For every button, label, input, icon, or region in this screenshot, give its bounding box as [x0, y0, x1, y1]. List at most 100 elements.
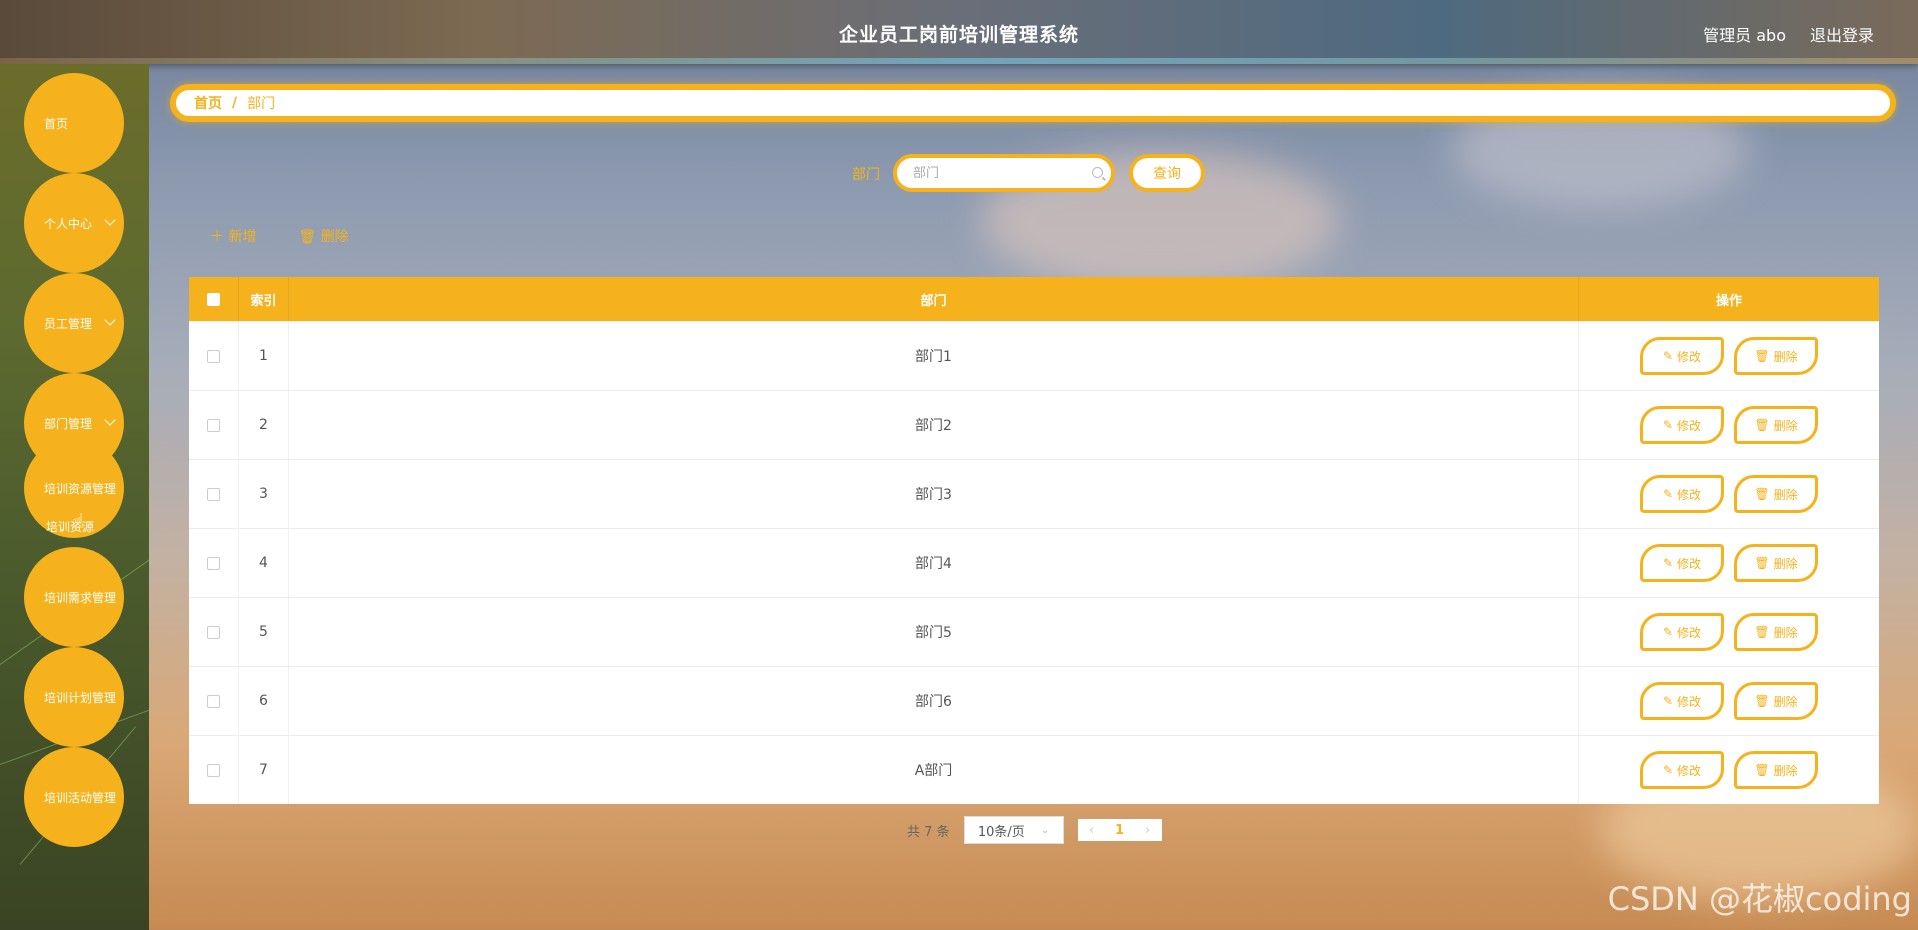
table-row: 7 A部门 ✎ 修改 🗑 删除: [189, 735, 1879, 804]
edit-button-label: 修改: [1677, 763, 1702, 778]
app-title: 企业员工岗前培训管理系统: [838, 24, 1079, 46]
sidebar-item-home[interactable]: 首页: [24, 73, 124, 173]
delete-button-label: 删除: [1773, 763, 1798, 778]
edit-button[interactable]: ✎ 修改: [1640, 751, 1724, 789]
breadcrumb-current: 部门: [247, 96, 276, 112]
edit-button[interactable]: ✎ 修改: [1640, 613, 1724, 651]
column-header-index: 索引: [239, 277, 289, 321]
breadcrumb-separator: /: [232, 95, 238, 111]
edit-button[interactable]: ✎ 修改: [1640, 682, 1724, 720]
delete-button[interactable]: 🗑 删除: [1734, 337, 1818, 375]
delete-button[interactable]: 🗑 删除: [1734, 544, 1818, 582]
current-user-link[interactable]: 管理员 abo: [1703, 22, 1786, 46]
row-operations: ✎ 修改 🗑 删除: [1579, 460, 1879, 528]
row-checkbox[interactable]: [207, 694, 220, 708]
row-checkbox-cell: [189, 529, 239, 597]
pencil-icon: ✎: [1662, 763, 1674, 777]
edit-button[interactable]: ✎ 修改: [1640, 406, 1724, 444]
edit-button-label: 修改: [1677, 487, 1702, 502]
trash-icon: 🗑: [1754, 418, 1770, 432]
edit-button-label: 修改: [1677, 349, 1702, 364]
edit-button-label: 修改: [1677, 418, 1702, 433]
delete-button[interactable]: 🗑 删除: [1734, 751, 1818, 789]
row-department: A部门: [289, 736, 1579, 804]
batch-delete-button[interactable]: 🗑 删除: [298, 226, 348, 246]
delete-button[interactable]: 🗑 删除: [1734, 613, 1818, 651]
sidebar: 首页 个人中心 员工管理 部门管理 培训资源管理 培训资源 培训需求管理 培训计…: [0, 64, 149, 930]
prev-page-button[interactable]: ‹: [1078, 823, 1106, 838]
delete-button-label: 删除: [1773, 556, 1798, 571]
breadcrumb: 首页 / 部门: [170, 84, 1896, 122]
sidebar-item-training-needs-management[interactable]: 培训需求管理: [24, 547, 124, 647]
row-operations: ✎ 修改 🗑 删除: [1579, 598, 1879, 666]
row-checkbox-cell: [189, 736, 239, 804]
row-checkbox-cell: [189, 598, 239, 666]
department-search-input[interactable]: [913, 165, 1073, 181]
action-toolbar: ＋ 新增 🗑 删除: [210, 226, 349, 246]
row-index: 3: [239, 460, 289, 528]
delete-button-label: 删除: [1773, 625, 1798, 640]
row-department: 部门2: [289, 391, 1579, 459]
search-label: 部门: [852, 167, 880, 183]
pencil-icon: ✎: [1662, 349, 1674, 363]
table-row: 5 部门5 ✎ 修改 🗑 删除: [189, 597, 1879, 666]
edit-button-label: 修改: [1677, 694, 1702, 709]
mouse-cursor-icon: ☝: [72, 509, 85, 533]
query-button[interactable]: 查询: [1129, 154, 1205, 192]
page-size-select[interactable]: 10条/页 ⌄: [963, 816, 1064, 844]
page-number-button[interactable]: 1: [1106, 823, 1134, 838]
search-field-wrapper: [893, 154, 1115, 192]
row-checkbox[interactable]: [207, 625, 220, 639]
delete-button[interactable]: 🗑 删除: [1734, 682, 1818, 720]
sidebar-item-label: 培训活动管理: [44, 790, 117, 805]
row-checkbox[interactable]: [207, 556, 220, 570]
row-operations: ✎ 修改 🗑 删除: [1579, 322, 1879, 390]
next-page-button[interactable]: ›: [1134, 823, 1162, 838]
sidebar-item-personal-center[interactable]: 个人中心: [24, 173, 124, 273]
row-department: 部门4: [289, 529, 1579, 597]
row-index: 1: [239, 322, 289, 390]
edit-button[interactable]: ✎ 修改: [1640, 337, 1724, 375]
row-department: 部门1: [289, 322, 1579, 390]
row-operations: ✎ 修改 🗑 删除: [1579, 391, 1879, 459]
select-all-checkbox[interactable]: [207, 292, 220, 306]
row-department: 部门6: [289, 667, 1579, 735]
table-body: 1 部门1 ✎ 修改 🗑 删除 2 部门2 ✎ 修改 🗑 删除 3 部门3 ✎ 修改 🗑 删…: [189, 321, 1879, 804]
row-checkbox[interactable]: [207, 763, 220, 777]
edit-button-label: 修改: [1677, 556, 1702, 571]
sidebar-item-label: 个人中心: [44, 216, 93, 231]
sidebar-subitem-training-resource[interactable]: 培训资源: [46, 518, 94, 535]
sidebar-item-label: 员工管理: [44, 316, 93, 331]
table-row: 6 部门6 ✎ 修改 🗑 删除: [189, 666, 1879, 735]
row-checkbox[interactable]: [207, 487, 220, 501]
delete-button[interactable]: 🗑 删除: [1734, 406, 1818, 444]
row-operations: ✎ 修改 🗑 删除: [1579, 667, 1879, 735]
edit-button-label: 修改: [1677, 625, 1702, 640]
edit-button[interactable]: ✎ 修改: [1640, 544, 1724, 582]
column-header-department: 部门: [289, 277, 1579, 321]
row-checkbox[interactable]: [207, 418, 220, 432]
row-index: 4: [239, 529, 289, 597]
trash-icon: 🗑: [1754, 556, 1770, 570]
edit-button[interactable]: ✎ 修改: [1640, 475, 1724, 513]
table-row: 3 部门3 ✎ 修改 🗑 删除: [189, 459, 1879, 528]
trash-icon: 🗑: [298, 229, 317, 245]
breadcrumb-home-link[interactable]: 首页: [194, 93, 222, 113]
row-checkbox[interactable]: [207, 349, 220, 363]
row-checkbox-cell: [189, 667, 239, 735]
pencil-icon: ✎: [1662, 694, 1674, 708]
add-button[interactable]: ＋ 新增: [210, 226, 256, 246]
user-area: 管理员 abo 退出登录: [1703, 22, 1874, 46]
page-size-value: 10条/页: [977, 824, 1025, 840]
watermark: CSDN @花椒coding: [1607, 880, 1912, 918]
sidebar-item-employee-management[interactable]: 员工管理: [24, 273, 124, 373]
row-operations: ✎ 修改 🗑 删除: [1579, 529, 1879, 597]
row-checkbox-cell: [189, 460, 239, 528]
logout-link[interactable]: 退出登录: [1810, 22, 1874, 46]
total-count: 共 7 条: [907, 824, 950, 840]
delete-button-label: 删除: [1773, 487, 1798, 502]
sidebar-item-training-plan-management[interactable]: 培训计划管理: [24, 647, 124, 747]
add-button-label: 新增: [228, 229, 257, 245]
delete-button[interactable]: 🗑 删除: [1734, 475, 1818, 513]
sidebar-item-training-activity-management[interactable]: 培训活动管理: [24, 747, 124, 847]
